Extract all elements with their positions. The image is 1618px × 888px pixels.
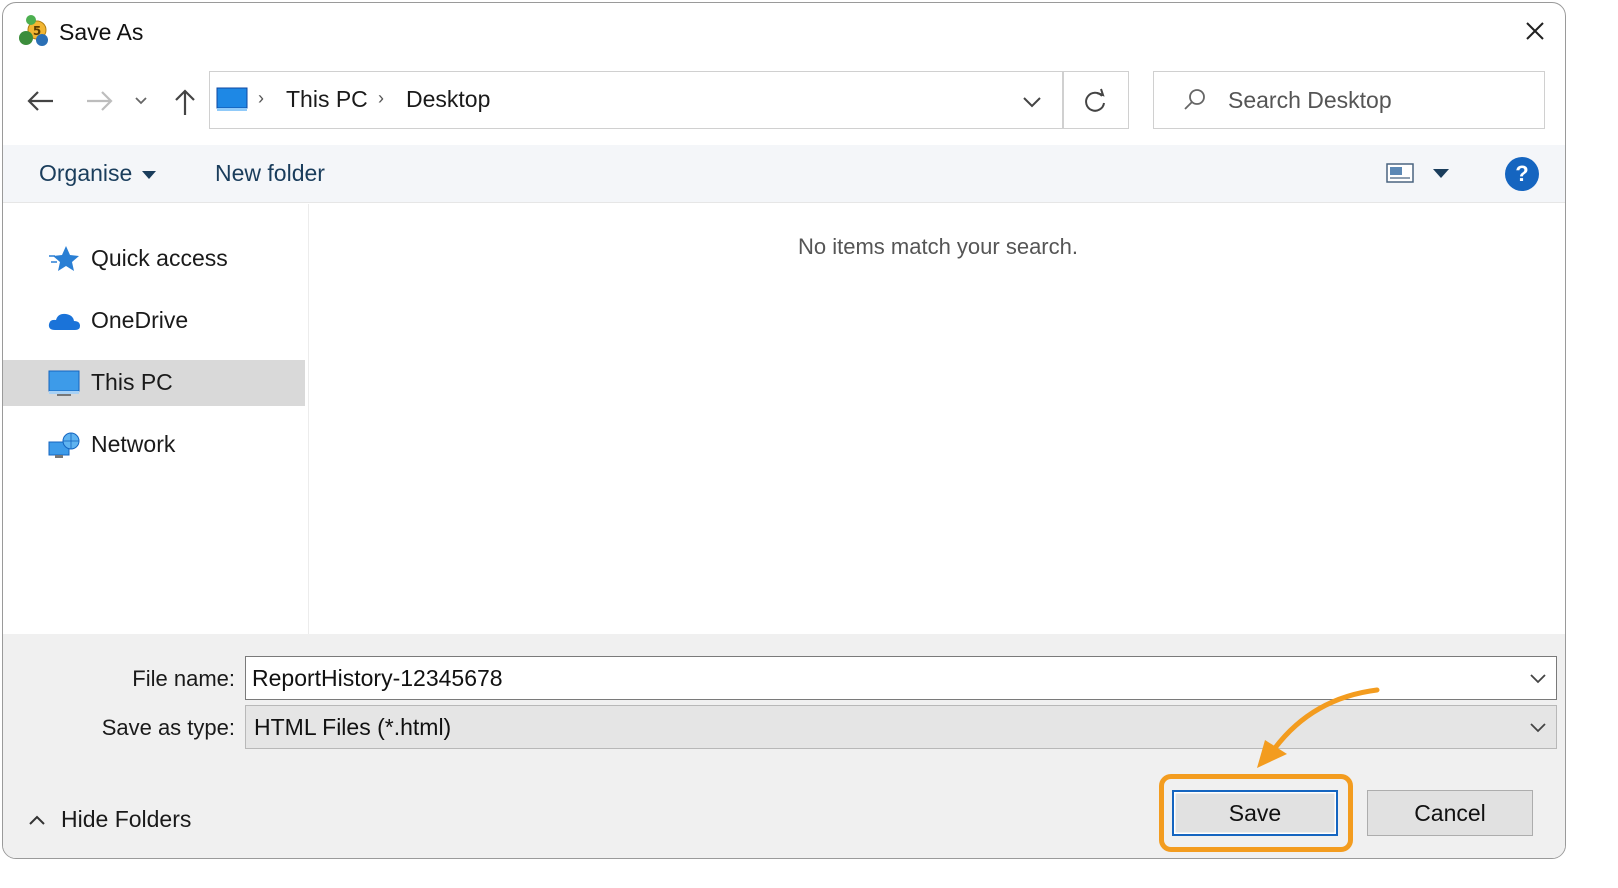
chevron-up-icon	[29, 815, 45, 825]
metatrader-app-icon: 5	[19, 15, 48, 46]
star-icon	[49, 246, 79, 271]
nav-item-label: Quick access	[91, 245, 228, 271]
search-input[interactable]	[1228, 82, 1528, 118]
organise-button[interactable]: Organise	[39, 160, 157, 187]
cancel-button[interactable]: Cancel	[1367, 790, 1533, 836]
divider	[1062, 72, 1064, 128]
hide-folders-label: Hide Folders	[61, 806, 192, 832]
close-icon[interactable]	[1513, 9, 1557, 53]
caret-down-icon	[142, 170, 157, 179]
chevron-down-icon[interactable]	[1526, 667, 1550, 689]
nav-item-this-pc[interactable]: This PC	[3, 360, 305, 406]
nav-item-label: Network	[91, 431, 176, 457]
nav-item-label: This PC	[91, 369, 173, 395]
file-name-label: File name:	[132, 666, 235, 691]
empty-message: No items match your search.	[798, 234, 1078, 259]
save-type-value: HTML Files (*.html)	[254, 714, 452, 740]
title-bar: 5 Save As	[3, 3, 1565, 61]
nav-item-onedrive[interactable]: OneDrive	[3, 298, 305, 344]
forward-arrow-icon[interactable]	[81, 83, 117, 119]
nav-item-label: OneDrive	[91, 307, 189, 333]
save-as-dialog: 5 Save As › This PC › Desktop Search Des…	[2, 2, 1566, 859]
pointer-arrow-annotation	[1257, 687, 1380, 768]
monitor-icon	[216, 87, 248, 111]
breadcrumb-this-pc[interactable]: This PC	[286, 86, 368, 113]
caret-down-icon[interactable]	[1433, 169, 1449, 178]
cloud-icon	[48, 313, 80, 330]
search-box[interactable]	[1153, 71, 1545, 129]
monitor-icon	[48, 370, 80, 396]
breadcrumb-desktop[interactable]: Desktop	[406, 86, 490, 113]
up-arrow-icon[interactable]	[167, 83, 203, 119]
help-button[interactable]: ?	[1505, 157, 1539, 191]
new-folder-button[interactable]: New folder	[215, 160, 325, 187]
save-button[interactable]: Save	[1172, 790, 1338, 836]
address-bar[interactable]: › This PC › Desktop	[209, 71, 1129, 129]
command-bar: Organise New folder ?	[3, 145, 1565, 203]
refresh-icon[interactable]	[1076, 84, 1116, 118]
breadcrumb-separator: ›	[378, 88, 384, 108]
recent-locations-chevron-icon[interactable]	[127, 83, 155, 119]
network-icon	[48, 432, 80, 458]
file-list-area[interactable]: No items match your search.	[311, 204, 1565, 634]
back-arrow-icon[interactable]	[23, 83, 59, 119]
search-icon	[1184, 89, 1205, 110]
breadcrumb-separator: ›	[258, 88, 264, 108]
save-type-label: Save as type:	[101, 715, 235, 740]
organise-label: Organise	[39, 160, 133, 186]
nav-item-network[interactable]: Network	[3, 422, 305, 468]
view-options-icon[interactable]	[1385, 161, 1417, 187]
nav-item-quick-access[interactable]: Quick access	[3, 236, 305, 282]
navigation-pane: Quick access OneDrive This PC Network	[3, 204, 309, 634]
save-options-panel: File name: Save as type: HTML Files (*.h…	[3, 634, 1565, 858]
dialog-title: Save As	[59, 19, 144, 45]
chevron-down-icon[interactable]	[1016, 86, 1048, 116]
chevron-down-icon[interactable]	[1526, 716, 1550, 738]
